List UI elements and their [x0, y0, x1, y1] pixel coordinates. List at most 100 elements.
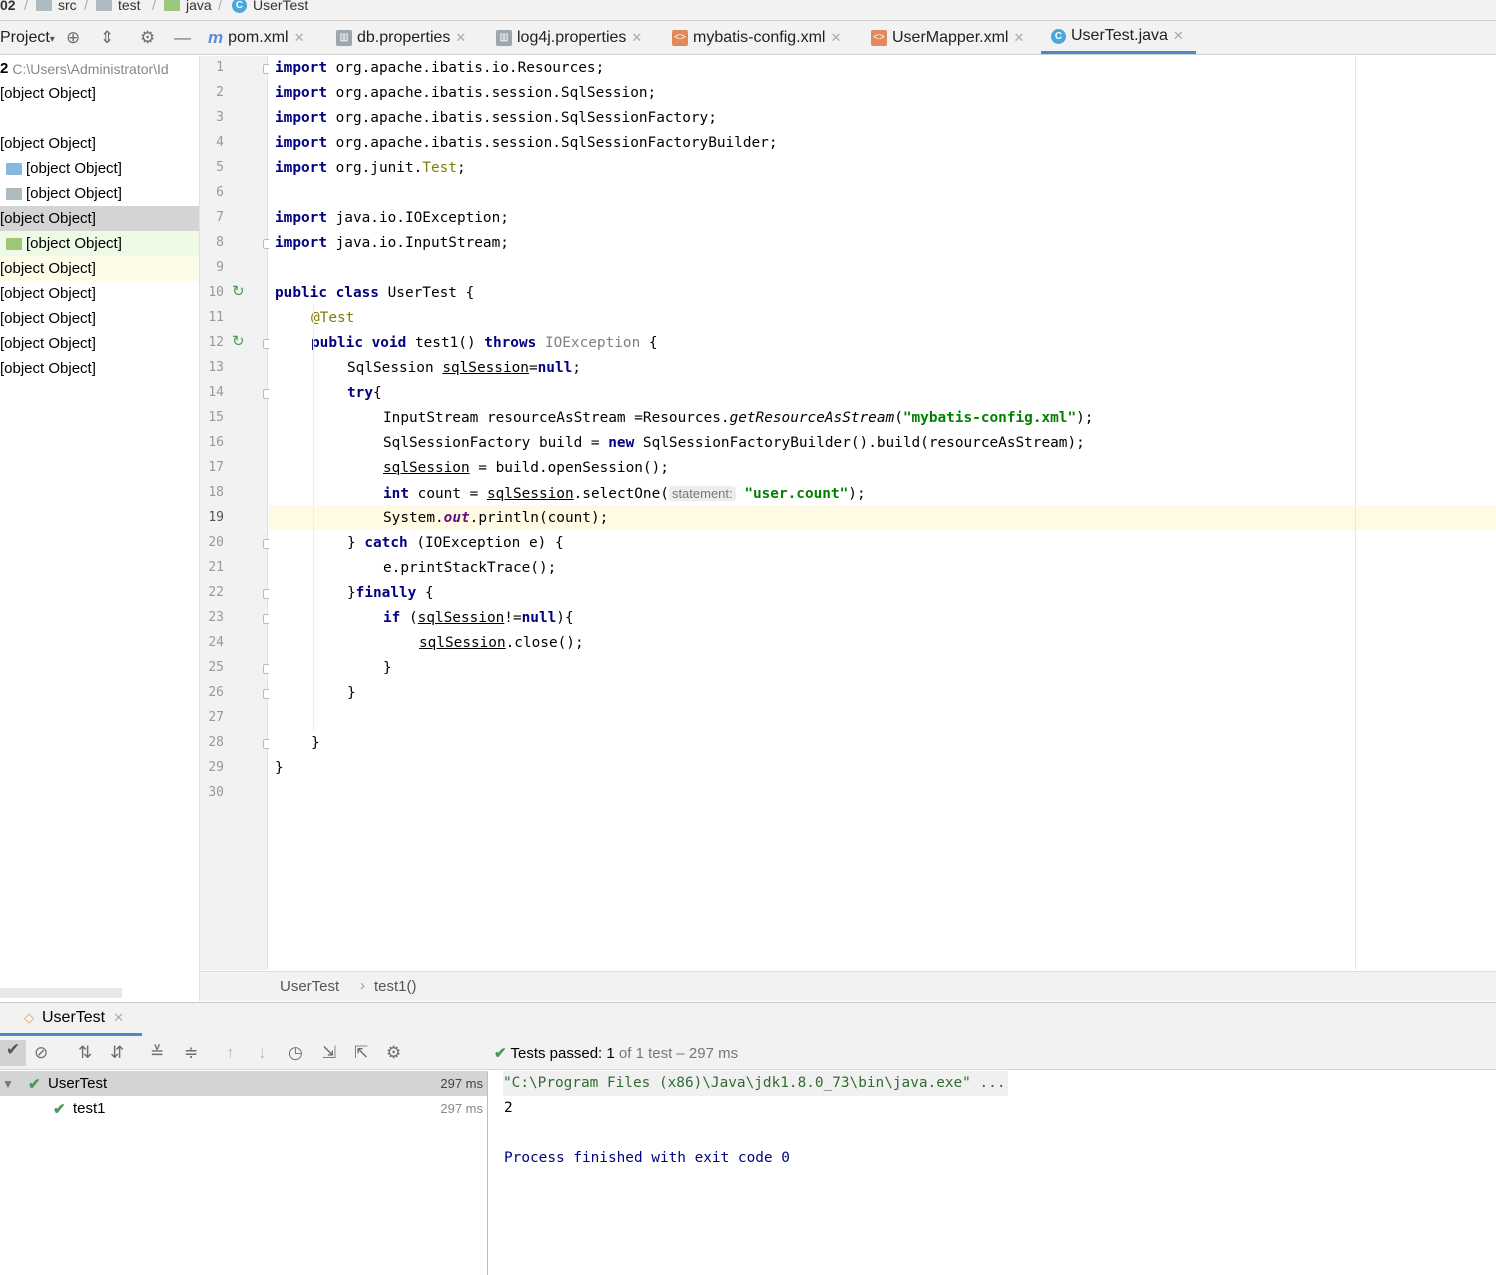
tree-item-pom[interactable]: [object Object] [0, 306, 199, 331]
run-test-icon[interactable]: ↻ [232, 334, 248, 350]
locate-icon[interactable]: ⊕ [66, 29, 80, 47]
gear-icon[interactable]: ⚙ [386, 1043, 401, 1063]
tab-mybatis-config-xml[interactable]: <> mybatis-config.xml ✕ [672, 21, 841, 54]
tree-item-test[interactable]: [object Object] [0, 206, 199, 231]
code-line: } catch (IOException e) { [347, 535, 564, 551]
line-number: 19 [208, 510, 224, 525]
class-icon: C [1051, 28, 1066, 44]
code-line: sqlSession.close(); [419, 635, 584, 651]
close-icon[interactable]: ✕ [830, 30, 841, 46]
project-root[interactable]: 2 C:\Users\Administrator\Id [0, 56, 199, 81]
run-config-icon: ◇ [24, 1010, 34, 1025]
collapse-all-icon[interactable]: ≑ [184, 1043, 198, 1063]
tab-label: mybatis-config.xml [693, 28, 826, 46]
properties-icon: ▥ [496, 29, 512, 46]
show-passed-icon[interactable]: ✔ [0, 1040, 26, 1066]
breadcrumb-method[interactable]: test1() [374, 978, 417, 995]
tree-item-target[interactable]: [object Object] [0, 256, 199, 281]
tree-item-label: [object Object] [0, 85, 96, 102]
code-line: InputStream resourceAsStream =Resources.… [383, 410, 1094, 426]
close-icon[interactable]: ✕ [1173, 28, 1184, 44]
close-icon[interactable]: ✕ [455, 30, 466, 46]
indent-guide [313, 305, 314, 730]
chevron-down-icon[interactable]: ▼ [2, 1077, 14, 1091]
run-tab-label: UserTest [42, 1009, 106, 1026]
code-line: } [383, 660, 392, 676]
minimize-icon[interactable]: — [174, 29, 191, 47]
tree-item-label: [object Object] [0, 210, 96, 227]
sort-alphabetically-icon[interactable]: ⇅ [78, 1043, 92, 1063]
tab-log4j-properties[interactable]: ▥ log4j.properties ✕ [496, 21, 642, 54]
tree-item-external-libraries[interactable]: [object Object] [0, 331, 199, 356]
test-name: test1 [73, 1100, 106, 1117]
code-line: public void test1() throws IOException { [311, 335, 658, 351]
import-tests-icon[interactable]: ⇲ [322, 1043, 336, 1063]
run-test-icon[interactable]: ↻ [232, 284, 248, 300]
code-line: import org.apache.ibatis.session.SqlSess… [275, 110, 717, 126]
code-line: if (sqlSession!=null){ [383, 610, 574, 626]
run-tab-usertest[interactable]: ◇ UserTest ✕ [0, 1003, 142, 1036]
horizontal-scrollbar[interactable] [0, 988, 122, 998]
breadcrumb-separator: / [218, 0, 222, 13]
show-ignored-icon[interactable]: ⊘ [34, 1043, 48, 1063]
tab-pom-xml[interactable]: m pom.xml ✕ [208, 21, 304, 54]
code-line: try{ [347, 385, 382, 401]
previous-failed-icon[interactable]: ↑ [226, 1043, 235, 1063]
breadcrumb-test[interactable]: test [96, 0, 141, 14]
tree-item-label: [object Object] [26, 235, 122, 252]
tab-usertest-java[interactable]: C UserTest.java ✕ [1041, 21, 1196, 54]
project-view-selector[interactable]: Project▾ [0, 29, 55, 47]
console-output[interactable]: "C:\Program Files (x86)\Java\jdk1.8.0_73… [489, 1071, 1496, 1275]
tree-item-main-java[interactable]: [object Object] [0, 156, 199, 181]
breadcrumb-usertest[interactable]: C UserTest [232, 0, 308, 14]
status-detail: of 1 test – 297 ms [614, 1045, 739, 1062]
tree-item-main[interactable]: [object Object] [0, 131, 199, 156]
gear-icon[interactable]: ⚙ [140, 29, 155, 47]
breadcrumb-class[interactable]: UserTest [280, 978, 339, 995]
code-line: import java.io.InputStream; [275, 235, 509, 251]
tab-label: db.properties [357, 28, 451, 46]
sort-by-duration-icon[interactable]: ⇵ [110, 1043, 124, 1063]
test-suite-row[interactable]: ▼ ✔ UserTest 297 ms [0, 1071, 487, 1096]
collapse-all-icon[interactable]: ⇕ [100, 29, 114, 47]
next-failed-icon[interactable]: ↓ [258, 1043, 267, 1063]
line-number: 15 [208, 410, 224, 425]
code-line: import org.apache.ibatis.io.Resources; [275, 60, 605, 76]
test-case-row[interactable]: ✔ test1 297 ms [0, 1096, 487, 1121]
properties-icon: ▥ [336, 29, 352, 46]
line-number: 3 [216, 110, 224, 125]
xml-icon: <> [672, 29, 688, 46]
close-icon[interactable]: ✕ [113, 1010, 124, 1026]
line-number: 25 [208, 660, 224, 675]
code-editor[interactable]: import org.apache.ibatis.io.Resources; i… [269, 56, 1496, 970]
tree-item-label: [object Object] [0, 285, 96, 302]
tree-item-test-java[interactable]: [object Object] [0, 231, 199, 256]
test-history-icon[interactable]: ◷ [288, 1043, 303, 1063]
project-tree: 2 C:\Users\Administrator\Id [object Obje… [0, 56, 200, 1001]
close-icon[interactable]: ✕ [1013, 30, 1024, 46]
code-line: SqlSessionFactory build = new SqlSession… [383, 435, 1085, 451]
line-number: 9 [216, 260, 224, 275]
line-number: 30 [208, 785, 224, 800]
tab-usermapper-xml[interactable]: <> UserMapper.xml ✕ [871, 21, 1024, 54]
line-number: 29 [208, 760, 224, 775]
folder-icon [96, 0, 112, 11]
editor-toolbar: Project▾ ⊕ ⇕ ⚙ — m pom.xml ✕ ▥ db.propert… [0, 21, 1496, 55]
breadcrumb-label: test [118, 0, 141, 13]
expand-all-icon[interactable]: ≚ [150, 1043, 164, 1063]
close-icon[interactable]: ✕ [631, 30, 642, 46]
tree-item-resources[interactable]: [object Object] [0, 181, 199, 206]
export-tests-icon[interactable]: ⇱ [354, 1043, 368, 1063]
tree-item-idea[interactable]: [object Object] [0, 81, 199, 106]
breadcrumb-src[interactable]: src [36, 0, 77, 14]
tree-item-scratches[interactable]: [object Object] [0, 356, 199, 381]
tree-item-iml[interactable]: [object Object] [0, 281, 199, 306]
breadcrumb-java[interactable]: java [164, 0, 212, 14]
class-icon: C [232, 0, 247, 13]
code-line: SqlSession sqlSession=null; [347, 360, 581, 376]
tab-db-properties[interactable]: ▥ db.properties ✕ [336, 21, 466, 54]
breadcrumb-separator: / [152, 0, 156, 13]
breadcrumb-project[interactable]: 02 [0, 0, 16, 14]
code-line: @Test [311, 310, 355, 326]
close-icon[interactable]: ✕ [294, 30, 305, 46]
